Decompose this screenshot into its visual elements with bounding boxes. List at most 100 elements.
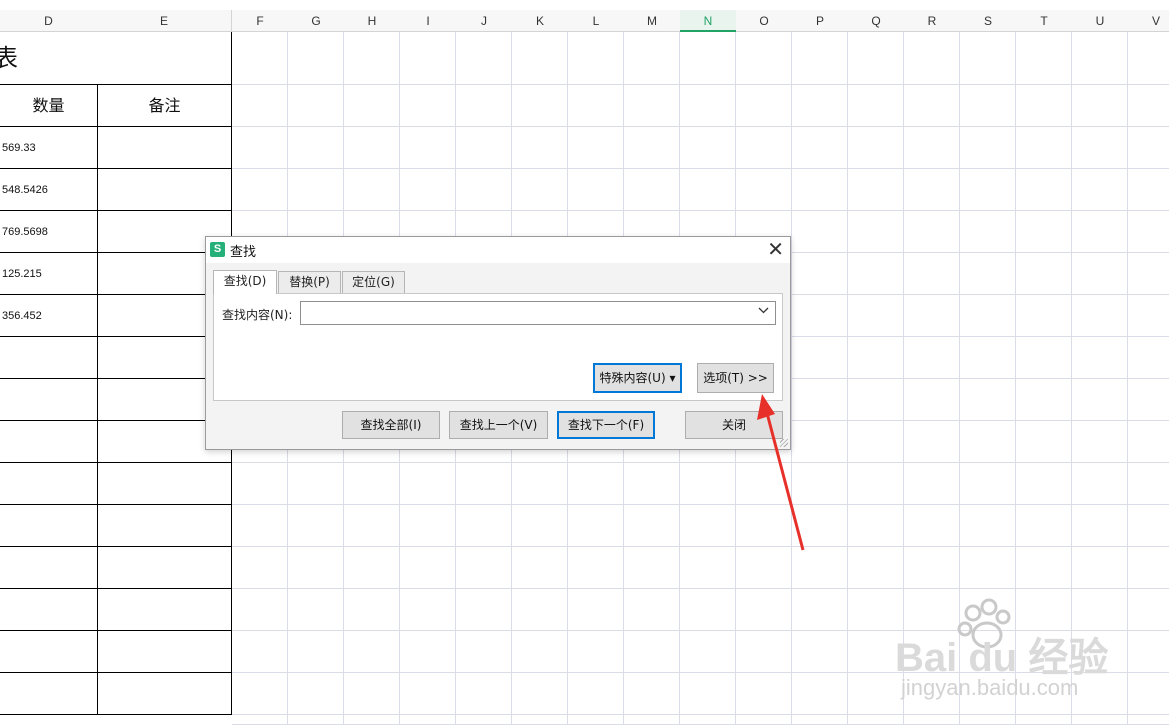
- grid-cell[interactable]: [960, 32, 1016, 85]
- column-header-l[interactable]: L: [568, 10, 624, 32]
- grid-cell[interactable]: [1128, 295, 1169, 337]
- quantity-cell[interactable]: [0, 379, 98, 421]
- grid-cell[interactable]: [1016, 169, 1072, 211]
- grid-cell[interactable]: [1128, 421, 1169, 463]
- remarks-cell[interactable]: [98, 547, 232, 589]
- grid-cell[interactable]: [400, 127, 456, 169]
- grid-cell[interactable]: [1128, 337, 1169, 379]
- grid-cell[interactable]: [344, 547, 400, 589]
- grid-cell[interactable]: [624, 169, 680, 211]
- grid-cell[interactable]: [1128, 463, 1169, 505]
- grid-cell[interactable]: [1072, 295, 1128, 337]
- grid-cell[interactable]: [680, 547, 736, 589]
- grid-cell[interactable]: [512, 505, 568, 547]
- grid-cell[interactable]: [344, 85, 400, 127]
- grid-cell[interactable]: [1128, 673, 1169, 715]
- column-header-t[interactable]: T: [1016, 10, 1072, 32]
- grid-cell[interactable]: [400, 169, 456, 211]
- grid-cell[interactable]: [848, 253, 904, 295]
- dialog-titlebar[interactable]: S 查找 ✕: [206, 237, 790, 263]
- grid-cell[interactable]: [904, 211, 960, 253]
- quantity-cell[interactable]: [0, 673, 98, 715]
- grid-cell[interactable]: [792, 421, 848, 463]
- header-quantity[interactable]: 数量: [0, 85, 98, 127]
- grid-cell[interactable]: [736, 589, 792, 631]
- grid-cell[interactable]: [400, 547, 456, 589]
- grid-cell[interactable]: [960, 505, 1016, 547]
- grid-cell[interactable]: [512, 85, 568, 127]
- column-header-n[interactable]: N: [680, 10, 736, 32]
- grid-cell[interactable]: [1072, 32, 1128, 85]
- grid-cell[interactable]: [1016, 32, 1072, 85]
- grid-cell[interactable]: [288, 673, 344, 715]
- grid-cell[interactable]: [568, 547, 624, 589]
- grid-cell[interactable]: [1128, 589, 1169, 631]
- remarks-cell[interactable]: [98, 631, 232, 673]
- remarks-cell[interactable]: [98, 673, 232, 715]
- options-button[interactable]: 选项(T) >>: [697, 363, 774, 393]
- grid-cell[interactable]: [792, 337, 848, 379]
- grid-cell[interactable]: [512, 32, 568, 85]
- grid-cell[interactable]: [1016, 211, 1072, 253]
- resize-grip[interactable]: [780, 439, 788, 447]
- quantity-cell[interactable]: 356.452: [0, 295, 98, 337]
- grid-cell[interactable]: [624, 505, 680, 547]
- grid-cell[interactable]: [960, 715, 1016, 725]
- remarks-cell[interactable]: [98, 463, 232, 505]
- grid-cell[interactable]: [1128, 211, 1169, 253]
- grid-cell[interactable]: [624, 589, 680, 631]
- grid-cell[interactable]: [1128, 379, 1169, 421]
- grid-cell[interactable]: [232, 32, 288, 85]
- grid-cell[interactable]: [680, 127, 736, 169]
- grid-cell[interactable]: [344, 589, 400, 631]
- grid-cell[interactable]: [288, 631, 344, 673]
- column-header-i[interactable]: I: [400, 10, 456, 32]
- column-header-r[interactable]: R: [904, 10, 960, 32]
- grid-cell[interactable]: [568, 169, 624, 211]
- grid-cell[interactable]: [456, 589, 512, 631]
- grid-cell[interactable]: [792, 127, 848, 169]
- grid-cell[interactable]: [848, 337, 904, 379]
- grid-cell[interactable]: [344, 169, 400, 211]
- grid-cell[interactable]: [512, 589, 568, 631]
- grid-cell[interactable]: [400, 589, 456, 631]
- grid-cell[interactable]: [680, 673, 736, 715]
- tab-goto[interactable]: 定位(G): [342, 271, 405, 293]
- grid-cell[interactable]: [624, 32, 680, 85]
- grid-cell[interactable]: [1128, 631, 1169, 673]
- grid-cell[interactable]: [1072, 715, 1128, 725]
- grid-cell[interactable]: [736, 32, 792, 85]
- close-icon[interactable]: ✕: [767, 238, 784, 260]
- quantity-cell[interactable]: [0, 337, 98, 379]
- grid-cell[interactable]: [1128, 505, 1169, 547]
- grid-cell[interactable]: [1128, 32, 1169, 85]
- grid-cell[interactable]: [568, 715, 624, 725]
- grid-cell[interactable]: [568, 589, 624, 631]
- grid-cell[interactable]: [680, 32, 736, 85]
- column-header-u[interactable]: U: [1072, 10, 1128, 32]
- grid-cell[interactable]: [624, 631, 680, 673]
- grid-cell[interactable]: [568, 463, 624, 505]
- grid-cell[interactable]: [1016, 337, 1072, 379]
- grid-cell[interactable]: [456, 32, 512, 85]
- grid-cell[interactable]: [400, 463, 456, 505]
- grid-cell[interactable]: [792, 253, 848, 295]
- column-header-d[interactable]: D: [0, 10, 97, 32]
- grid-cell[interactable]: [1072, 421, 1128, 463]
- grid-cell[interactable]: [288, 127, 344, 169]
- grid-cell[interactable]: [848, 85, 904, 127]
- grid-cell[interactable]: [1128, 169, 1169, 211]
- grid-cell[interactable]: [960, 85, 1016, 127]
- grid-cell[interactable]: [232, 505, 288, 547]
- grid-cell[interactable]: [400, 715, 456, 725]
- remarks-cell[interactable]: [98, 127, 232, 169]
- grid-cell[interactable]: [904, 715, 960, 725]
- grid-cell[interactable]: [512, 463, 568, 505]
- grid-cell[interactable]: [848, 295, 904, 337]
- quantity-cell[interactable]: [0, 421, 98, 463]
- grid-cell[interactable]: [400, 505, 456, 547]
- grid-cell[interactable]: [232, 463, 288, 505]
- remarks-cell[interactable]: [98, 589, 232, 631]
- grid-cell[interactable]: [960, 211, 1016, 253]
- grid-cell[interactable]: [1128, 547, 1169, 589]
